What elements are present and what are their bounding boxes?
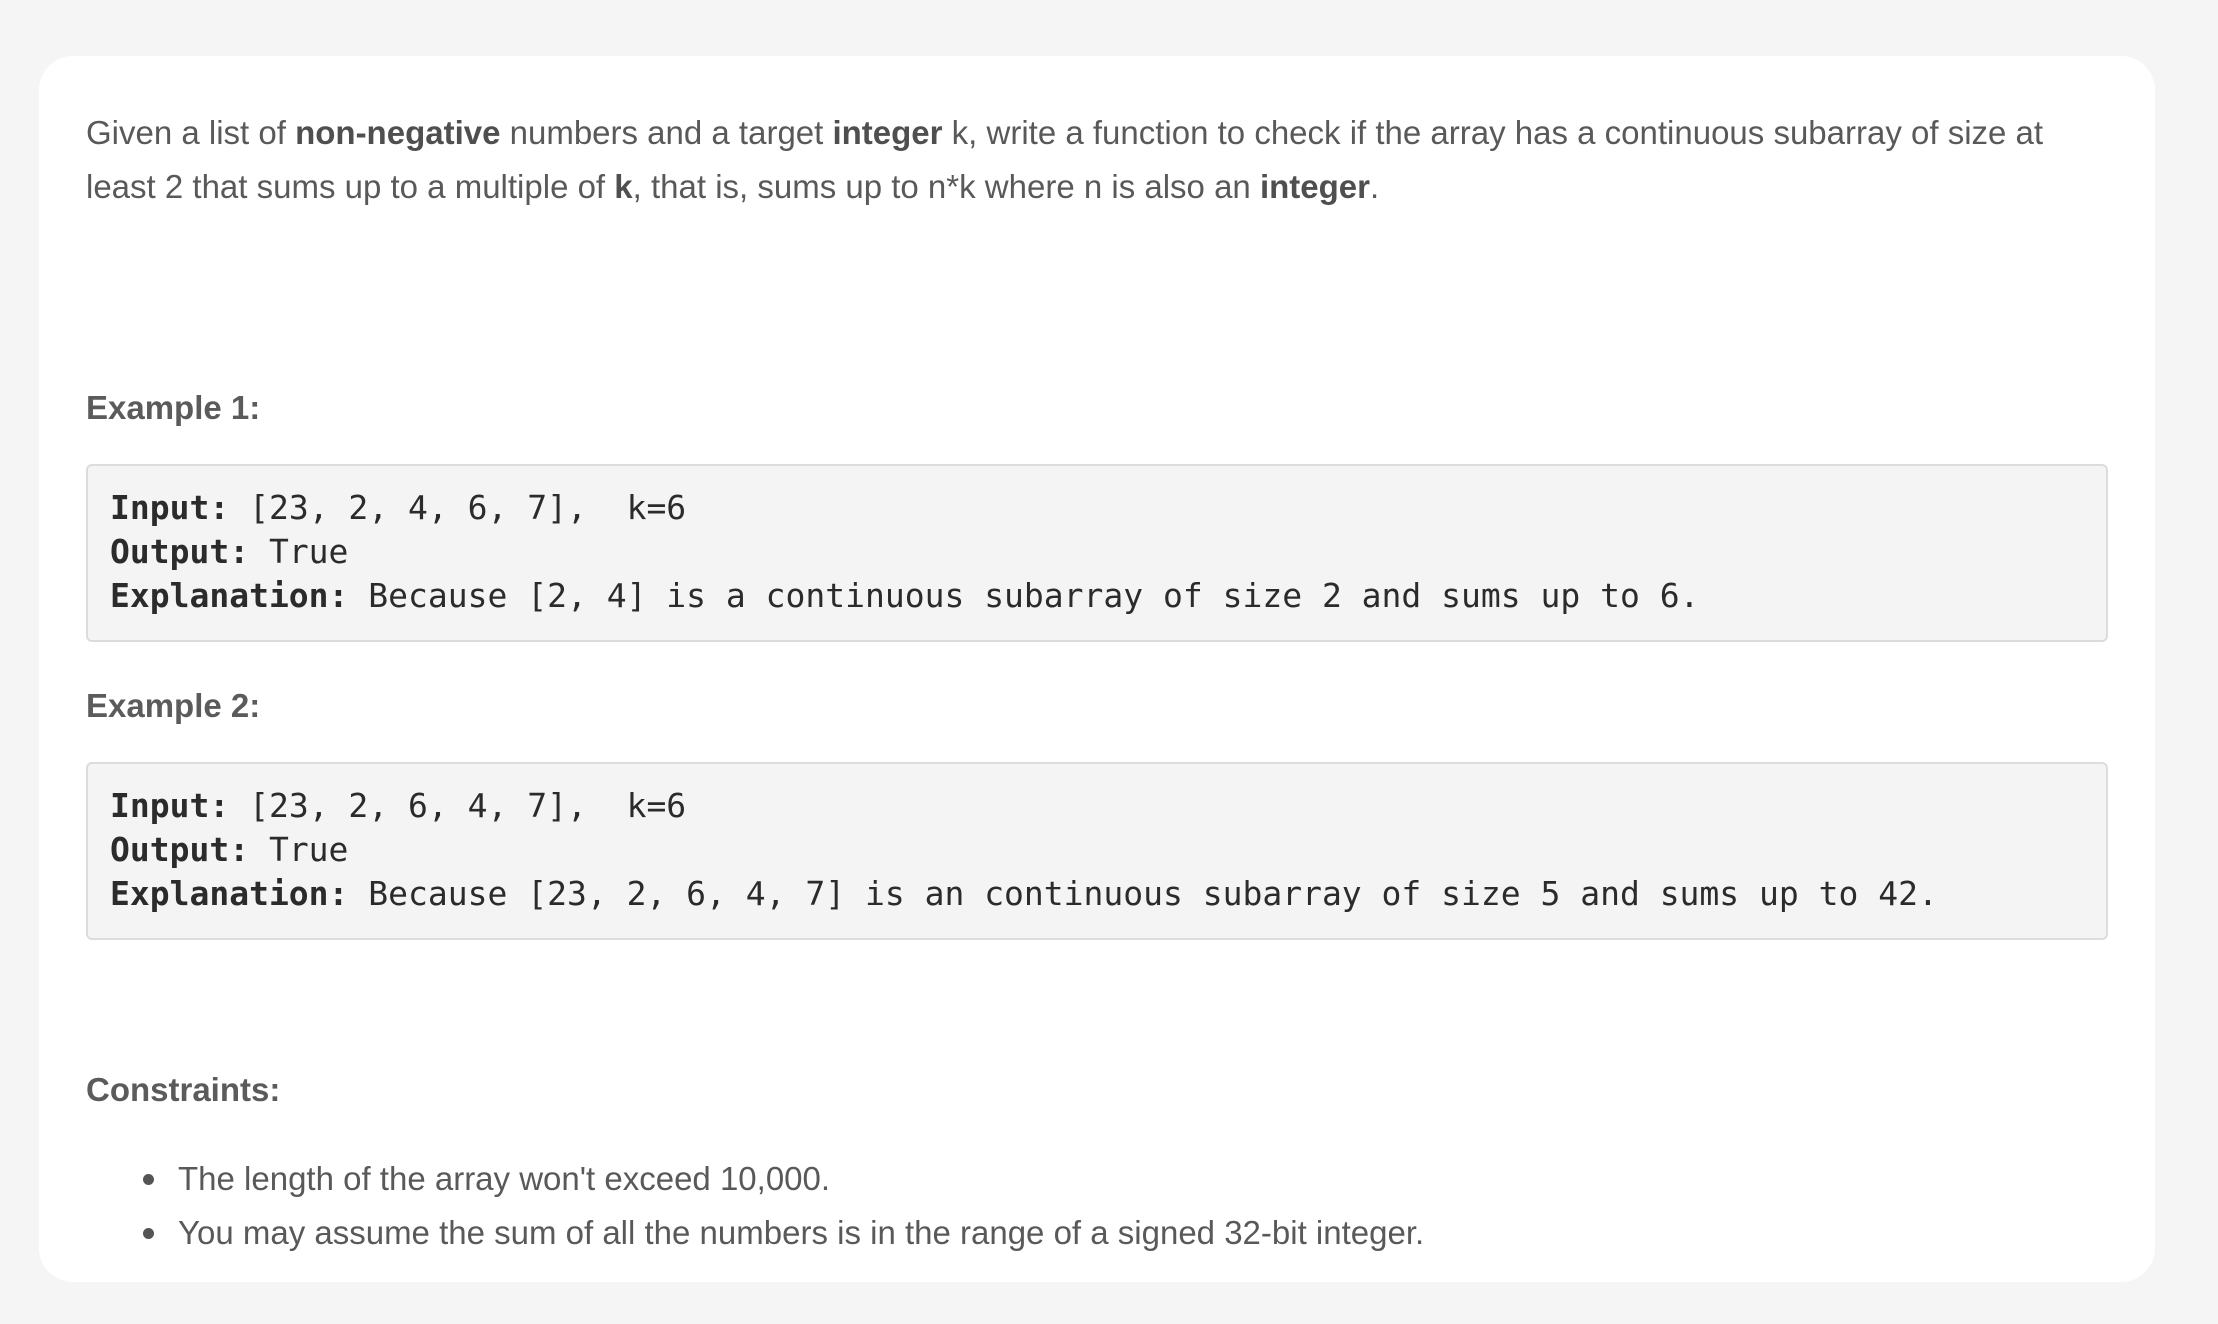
intro-text: , that is, sums up to n*k where n is als… [632, 168, 1260, 205]
output-value: True [249, 830, 349, 869]
example-2-input-line: Input: [23, 2, 6, 4, 7], k=6 [110, 784, 2084, 828]
problem-content: Given a list of non-negative numbers and… [86, 106, 2108, 1251]
constraint-text: The length of the array won't exceed 10,… [178, 1160, 831, 1197]
example-1-input-line: Input: [23, 2, 4, 6, 7], k=6 [110, 486, 2084, 530]
problem-description: Given a list of non-negative numbers and… [86, 106, 2106, 214]
explanation-label: Explanation: [110, 576, 349, 615]
explanation-label: Explanation: [110, 874, 349, 913]
list-item: You may assume the sum of all the number… [86, 1206, 1424, 1260]
example-2-explanation-line: Explanation: Because [23, 2, 6, 4, 7] is… [110, 872, 2084, 916]
output-label: Output: [110, 830, 250, 869]
example-1-heading: Example 1: [86, 389, 261, 426]
input-value: [23, 2, 4, 6, 7], k=6 [229, 488, 687, 527]
intro-text: . [1369, 168, 1380, 205]
input-value: [23, 2, 6, 4, 7], k=6 [229, 786, 687, 825]
example-2-code-block: Input: [23, 2, 6, 4, 7], k=6 Output: True… [86, 762, 2108, 940]
example-2-heading: Example 2: [86, 687, 261, 724]
emphasis-integer: integer [1259, 168, 1370, 205]
output-label: Output: [110, 532, 250, 571]
input-label: Input: [110, 488, 230, 527]
emphasis-non-negative: non-negative [295, 114, 501, 151]
bullet-icon [143, 1228, 154, 1239]
list-item: The length of the array won't exceed 10,… [86, 1152, 1424, 1206]
explanation-value: Because [23, 2, 6, 4, 7] is an continuou… [348, 874, 1938, 913]
constraints-list: The length of the array won't exceed 10,… [86, 1152, 1424, 1260]
constraints-heading: Constraints: [86, 1071, 281, 1108]
bullet-icon [143, 1174, 154, 1185]
example-1-output-line: Output: True [110, 530, 2084, 574]
example-2-output-line: Output: True [110, 828, 2084, 872]
example-1-explanation-line: Explanation: Because [2, 4] is a continu… [110, 574, 2084, 618]
intro-text: numbers and a target [500, 114, 833, 151]
output-value: True [249, 532, 349, 571]
example-1-code-block: Input: [23, 2, 4, 6, 7], k=6 Output: True… [86, 464, 2108, 642]
intro-text: Given a list of [86, 114, 296, 151]
emphasis-k: k [614, 168, 633, 205]
constraint-text: You may assume the sum of all the number… [178, 1214, 1425, 1251]
problem-card: Given a list of non-negative numbers and… [39, 56, 2155, 1282]
explanation-value: Because [2, 4] is a continuous subarray … [348, 576, 1700, 615]
emphasis-integer: integer [832, 114, 943, 151]
input-label: Input: [110, 786, 230, 825]
